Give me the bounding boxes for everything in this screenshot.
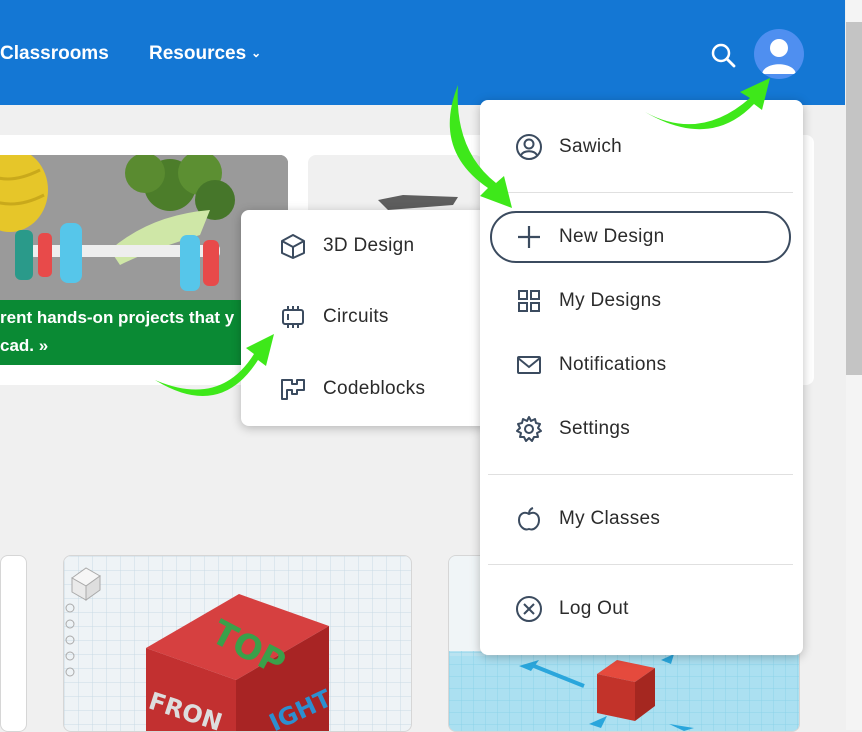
menu-divider xyxy=(488,474,793,475)
user-profile-item[interactable]: Sawich xyxy=(515,133,622,161)
user-menu-item-label: Settings xyxy=(559,418,631,439)
top-navbar: Classrooms Resources ⌄ xyxy=(0,0,845,105)
codeblocks-icon xyxy=(279,375,307,403)
submenu-item-label: Codeblocks xyxy=(323,378,426,399)
design-card[interactable] xyxy=(0,555,27,732)
mail-icon xyxy=(515,351,543,379)
submenu-item-3d-design[interactable]: 3D Design xyxy=(279,232,414,260)
chevron-down-icon: ⌄ xyxy=(251,46,262,60)
nav-classrooms-link[interactable]: Classrooms xyxy=(0,43,109,65)
logout-icon xyxy=(515,595,543,623)
gear-icon xyxy=(515,415,543,443)
new-design-submenu: 3D Design Circuits Codeblocks xyxy=(241,210,489,426)
submenu-item-circuits[interactable]: Circuits xyxy=(279,303,389,331)
cube-icon xyxy=(279,232,307,260)
apple-icon xyxy=(515,505,543,533)
user-menu-item-label: Notifications xyxy=(559,354,667,375)
user-menu-item-label: My Designs xyxy=(559,290,662,311)
submenu-item-label: Circuits xyxy=(323,306,389,327)
nav-resources-label: Resources xyxy=(149,43,247,64)
user-menu-item-my-designs[interactable]: My Designs xyxy=(515,287,661,315)
grid-icon xyxy=(515,287,543,315)
user-menu-item-label: My Classes xyxy=(559,508,661,529)
user-menu-item-new-design[interactable]: New Design xyxy=(515,223,664,251)
nav-resources-dropdown[interactable]: Resources ⌄ xyxy=(149,43,261,65)
scrollbar-thumb[interactable] xyxy=(846,22,862,375)
username-label: Sawich xyxy=(559,136,623,157)
user-menu-item-log-out[interactable]: Log Out xyxy=(515,595,629,623)
user-menu-item-notifications[interactable]: Notifications xyxy=(515,351,666,379)
user-avatar-icon xyxy=(762,39,796,74)
menu-divider xyxy=(488,192,793,193)
user-menu-item-my-classes[interactable]: My Classes xyxy=(515,505,660,533)
chip-icon xyxy=(279,303,307,331)
user-menu-item-label: New Design xyxy=(559,226,665,247)
search-icon[interactable] xyxy=(706,38,740,72)
design-card[interactable]: TOP FRON IGHT xyxy=(63,555,412,732)
user-menu-item-label: Log Out xyxy=(559,598,629,619)
submenu-item-codeblocks[interactable]: Codeblocks xyxy=(279,375,425,403)
user-avatar-button[interactable] xyxy=(754,29,804,79)
submenu-item-label: 3D Design xyxy=(323,235,415,256)
menu-divider xyxy=(488,564,793,565)
plus-icon xyxy=(515,223,543,251)
user-menu-item-settings[interactable]: Settings xyxy=(515,415,630,443)
user-circle-icon xyxy=(515,133,543,161)
